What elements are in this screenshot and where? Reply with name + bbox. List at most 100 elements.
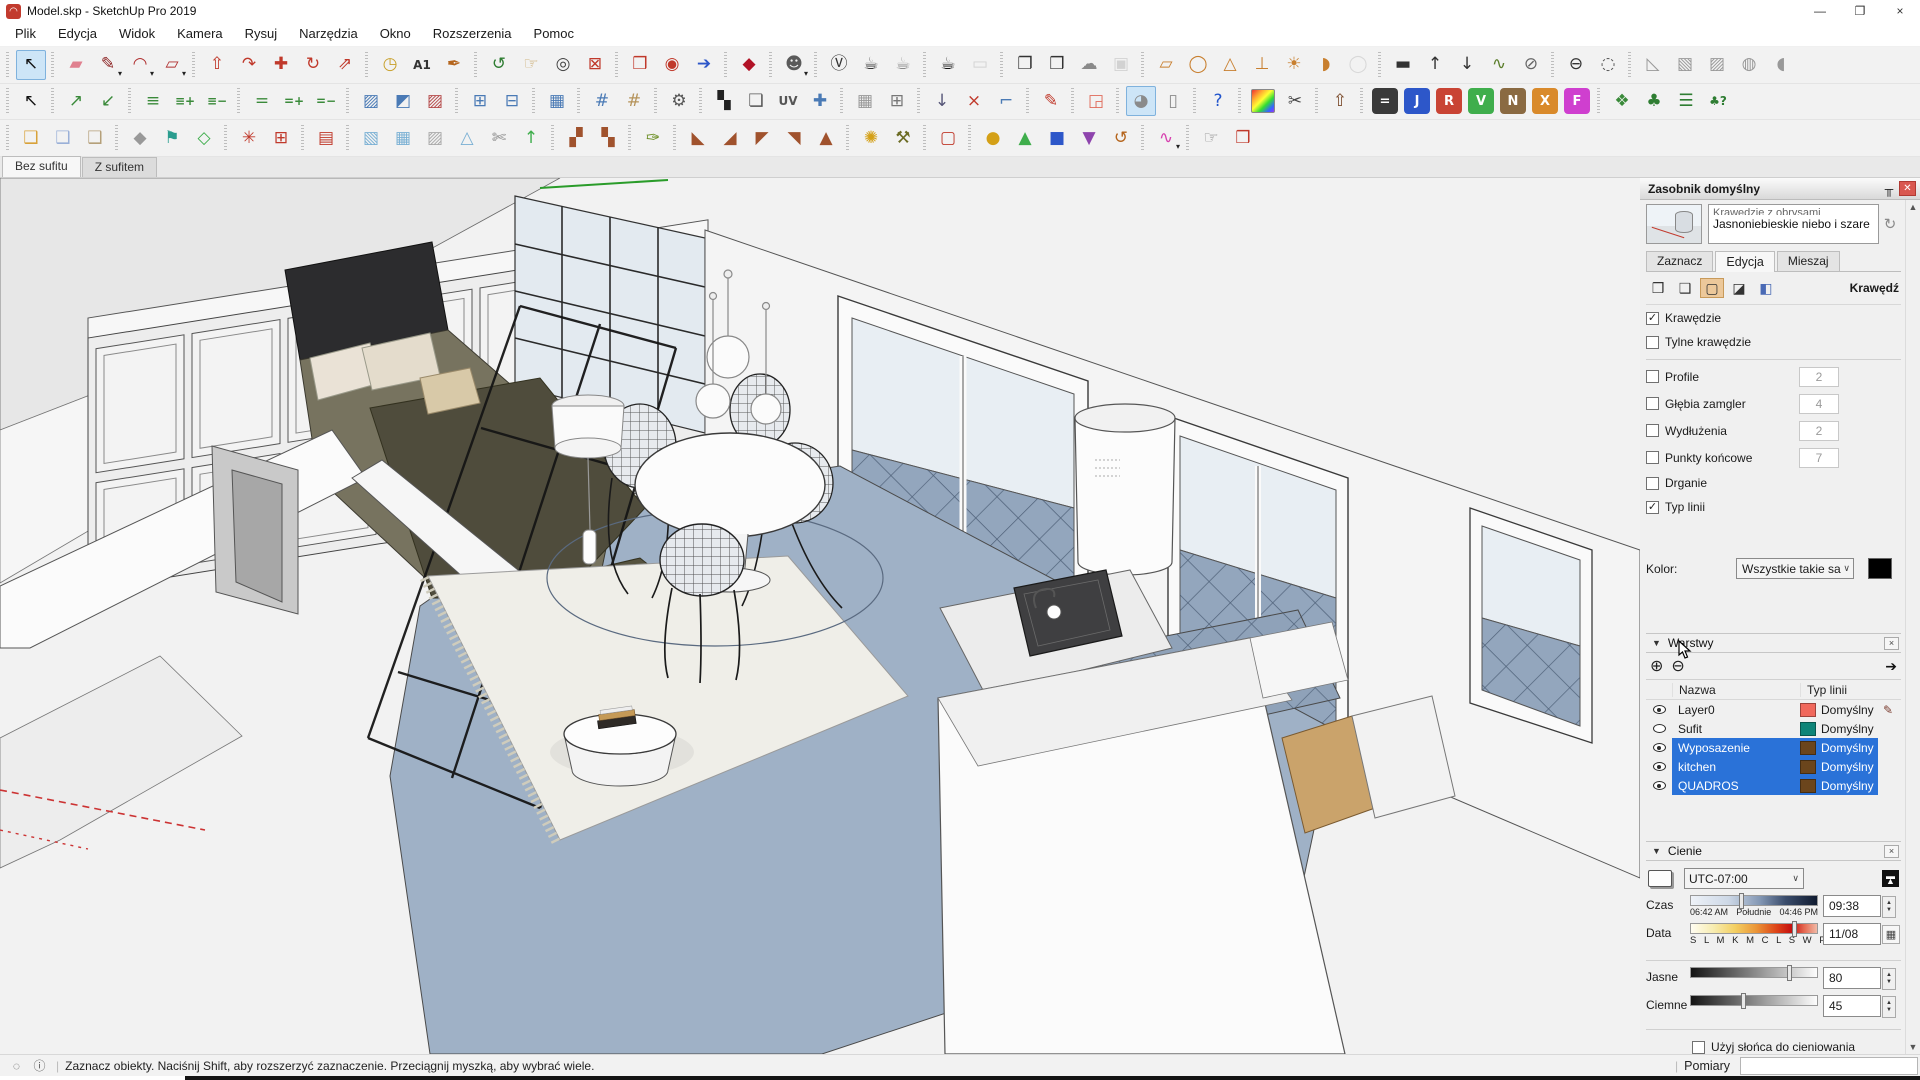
- toolbar-grip[interactable]: [1185, 125, 1192, 152]
- style-name-box[interactable]: Krawędzie z obrysami Jasnoniebieskie nie…: [1708, 204, 1879, 245]
- edge-style-hidden-icon[interactable]: ❑: [1673, 278, 1697, 298]
- measurements-input[interactable]: [1740, 1056, 1918, 1075]
- uv-gear-icon[interactable]: ⚙: [664, 86, 694, 116]
- tree-help-icon[interactable]: ♣?: [1703, 86, 1733, 116]
- ring-add-icon[interactable]: =+: [279, 86, 309, 116]
- toolbox-icon[interactable]: ⚒: [888, 123, 918, 153]
- toolbar-grip[interactable]: [1070, 88, 1077, 115]
- layer-visibility-icon[interactable]: [1652, 781, 1666, 791]
- vray-render-light-icon[interactable]: ☕: [933, 50, 963, 80]
- rotate-tool-icon[interactable]: ↻: [298, 50, 328, 80]
- layer-linetype[interactable]: Domyślny: [1816, 703, 1878, 717]
- grid-dotted-icon[interactable]: ▦: [850, 86, 880, 116]
- rock-icon[interactable]: ◆: [125, 123, 155, 153]
- toolbar-grip[interactable]: [1140, 51, 1147, 78]
- layer-row-sufit[interactable]: Sufit Domyślny: [1646, 719, 1901, 738]
- tray-scrollbar[interactable]: ▲ ▼: [1905, 200, 1920, 1055]
- checkbox-gebiazamgler[interactable]: [1646, 397, 1659, 411]
- layer-color-swatch[interactable]: [1800, 759, 1816, 774]
- toolbar-grip[interactable]: [1025, 88, 1032, 115]
- quad-convert-icon[interactable]: ▦: [542, 86, 572, 116]
- uv-cube-a-icon[interactable]: ▧: [1670, 50, 1700, 80]
- edge-style-wire-icon[interactable]: ❒: [1646, 278, 1670, 298]
- layer-name[interactable]: Sufit: [1672, 722, 1800, 736]
- share-model-icon[interactable]: ➔: [689, 50, 719, 80]
- followme-tool-icon[interactable]: ↷: [234, 50, 264, 80]
- extension-warehouse-icon[interactable]: ◉: [657, 50, 687, 80]
- shape-sphere-icon[interactable]: ●: [978, 123, 1008, 153]
- toolbar-grip[interactable]: [5, 125, 12, 152]
- uv-cross-icon[interactable]: ✚: [805, 86, 835, 116]
- toolbar-grip[interactable]: [1140, 125, 1147, 152]
- edge-style-xray-icon[interactable]: ◧: [1754, 278, 1778, 298]
- push-x-icon[interactable]: X: [1532, 88, 1558, 115]
- account-icon[interactable]: ☻ ▾: [779, 50, 809, 80]
- mesh-blue-icon[interactable]: #: [587, 86, 617, 116]
- shape-cone-icon[interactable]: ▲: [1010, 123, 1040, 153]
- vray-lasso-icon[interactable]: ◌: [1593, 50, 1623, 80]
- crystal-icon[interactable]: ◇: [189, 123, 219, 153]
- toolbar-grip[interactable]: [723, 51, 730, 78]
- bricks-icon[interactable]: ▤: [311, 123, 341, 153]
- toolbar-grip[interactable]: [345, 88, 352, 115]
- toolbar-grip[interactable]: [916, 88, 923, 115]
- ring-remove-icon[interactable]: =−: [311, 86, 341, 116]
- date-input[interactable]: 11/08 ▦: [1823, 923, 1900, 946]
- toolbar-grip[interactable]: [50, 88, 57, 115]
- scale-tool-icon[interactable]: ⇗: [330, 50, 360, 80]
- scatter-icon[interactable]: ✳: [234, 123, 264, 153]
- pushpull-plus-icon[interactable]: ⇧: [1325, 86, 1355, 116]
- sun-shading-checkbox[interactable]: [1691, 1040, 1705, 1054]
- toolbar-grip[interactable]: [5, 51, 12, 78]
- viewport-3d[interactable]: [0, 178, 1640, 1055]
- edge-color-swatch[interactable]: [1868, 558, 1892, 580]
- menu-rysuj[interactable]: Rysuj: [234, 23, 289, 44]
- vray-light-omni-icon[interactable]: ☀: [1279, 50, 1309, 80]
- cube-arrow-icon[interactable]: ↑: [516, 123, 546, 153]
- maximize-button[interactable]: ❐: [1840, 0, 1880, 22]
- pin-cherry-icon[interactable]: ⚑: [157, 123, 187, 153]
- uv-cube-b-icon[interactable]: ▨: [1702, 50, 1732, 80]
- style-refresh-icon[interactable]: ↻: [1879, 215, 1901, 233]
- glass-cube-gray-icon[interactable]: ▨: [420, 123, 450, 153]
- push-v-icon[interactable]: V: [1468, 88, 1494, 115]
- checkbox-drganie[interactable]: [1646, 476, 1659, 490]
- shadows-section-header[interactable]: ▼ Cienie ×: [1646, 841, 1901, 862]
- timezone-select[interactable]: UTC-07:00 ∨: [1684, 868, 1804, 890]
- layer-visibility-icon[interactable]: [1652, 724, 1666, 734]
- pushpull-tool-icon[interactable]: ⇧: [202, 50, 232, 80]
- toolbar-grip[interactable]: [1237, 88, 1244, 115]
- toolbar-grip[interactable]: [1596, 88, 1603, 115]
- cursor-scissors-icon[interactable]: ✂: [1280, 86, 1310, 116]
- menu-narzedzia[interactable]: Narzędzia: [288, 23, 369, 44]
- quad-corners-icon[interactable]: ▢: [933, 123, 963, 153]
- edge-delete-icon[interactable]: ×: [959, 86, 989, 116]
- light-slider-thumb[interactable]: [1786, 965, 1792, 982]
- vray-light-sphere-icon[interactable]: ◯: [1183, 50, 1213, 80]
- quad-diag-icon[interactable]: ◩: [388, 86, 418, 116]
- help-icon[interactable]: ?: [1203, 86, 1233, 116]
- tape-measure-icon[interactable]: ◷: [375, 50, 405, 80]
- dark-input[interactable]: 45 ▲ ▼: [1823, 995, 1896, 1019]
- zoom-extents-icon[interactable]: ⊠: [580, 50, 610, 80]
- checkbox-profile[interactable]: [1646, 370, 1659, 384]
- arc-tool-icon[interactable]: ◠ ▾: [125, 50, 155, 80]
- pan-tool-icon[interactable]: ☞: [516, 50, 546, 80]
- hand-cursor-icon[interactable]: ☞: [1196, 123, 1226, 153]
- close-button[interactable]: ×: [1880, 0, 1920, 22]
- minimize-button[interactable]: —: [1800, 0, 1840, 22]
- terrain-red-icon[interactable]: ▞: [561, 123, 591, 153]
- quad-grid-a-icon[interactable]: ⊞: [465, 86, 495, 116]
- select-tool-icon[interactable]: ↖: [16, 49, 46, 80]
- layer-linetype[interactable]: Domyślny: [1816, 741, 1878, 755]
- time-input[interactable]: 09:38 ▲ ▼: [1823, 895, 1896, 919]
- roundcorner-tan-icon[interactable]: ❑: [80, 123, 110, 153]
- layer-linetype[interactable]: Domyślny: [1816, 760, 1878, 774]
- toolbar-grip[interactable]: [627, 125, 634, 152]
- shape-undo-icon[interactable]: ↺: [1106, 123, 1136, 153]
- toolbar-grip[interactable]: [698, 88, 705, 115]
- uv-map-icon[interactable]: UV: [773, 86, 803, 116]
- toolbar-grip[interactable]: [1192, 88, 1199, 115]
- zoom-tool-icon[interactable]: ◎: [548, 50, 578, 80]
- menu-rozszerzenia[interactable]: Rozszerzenia: [422, 23, 523, 44]
